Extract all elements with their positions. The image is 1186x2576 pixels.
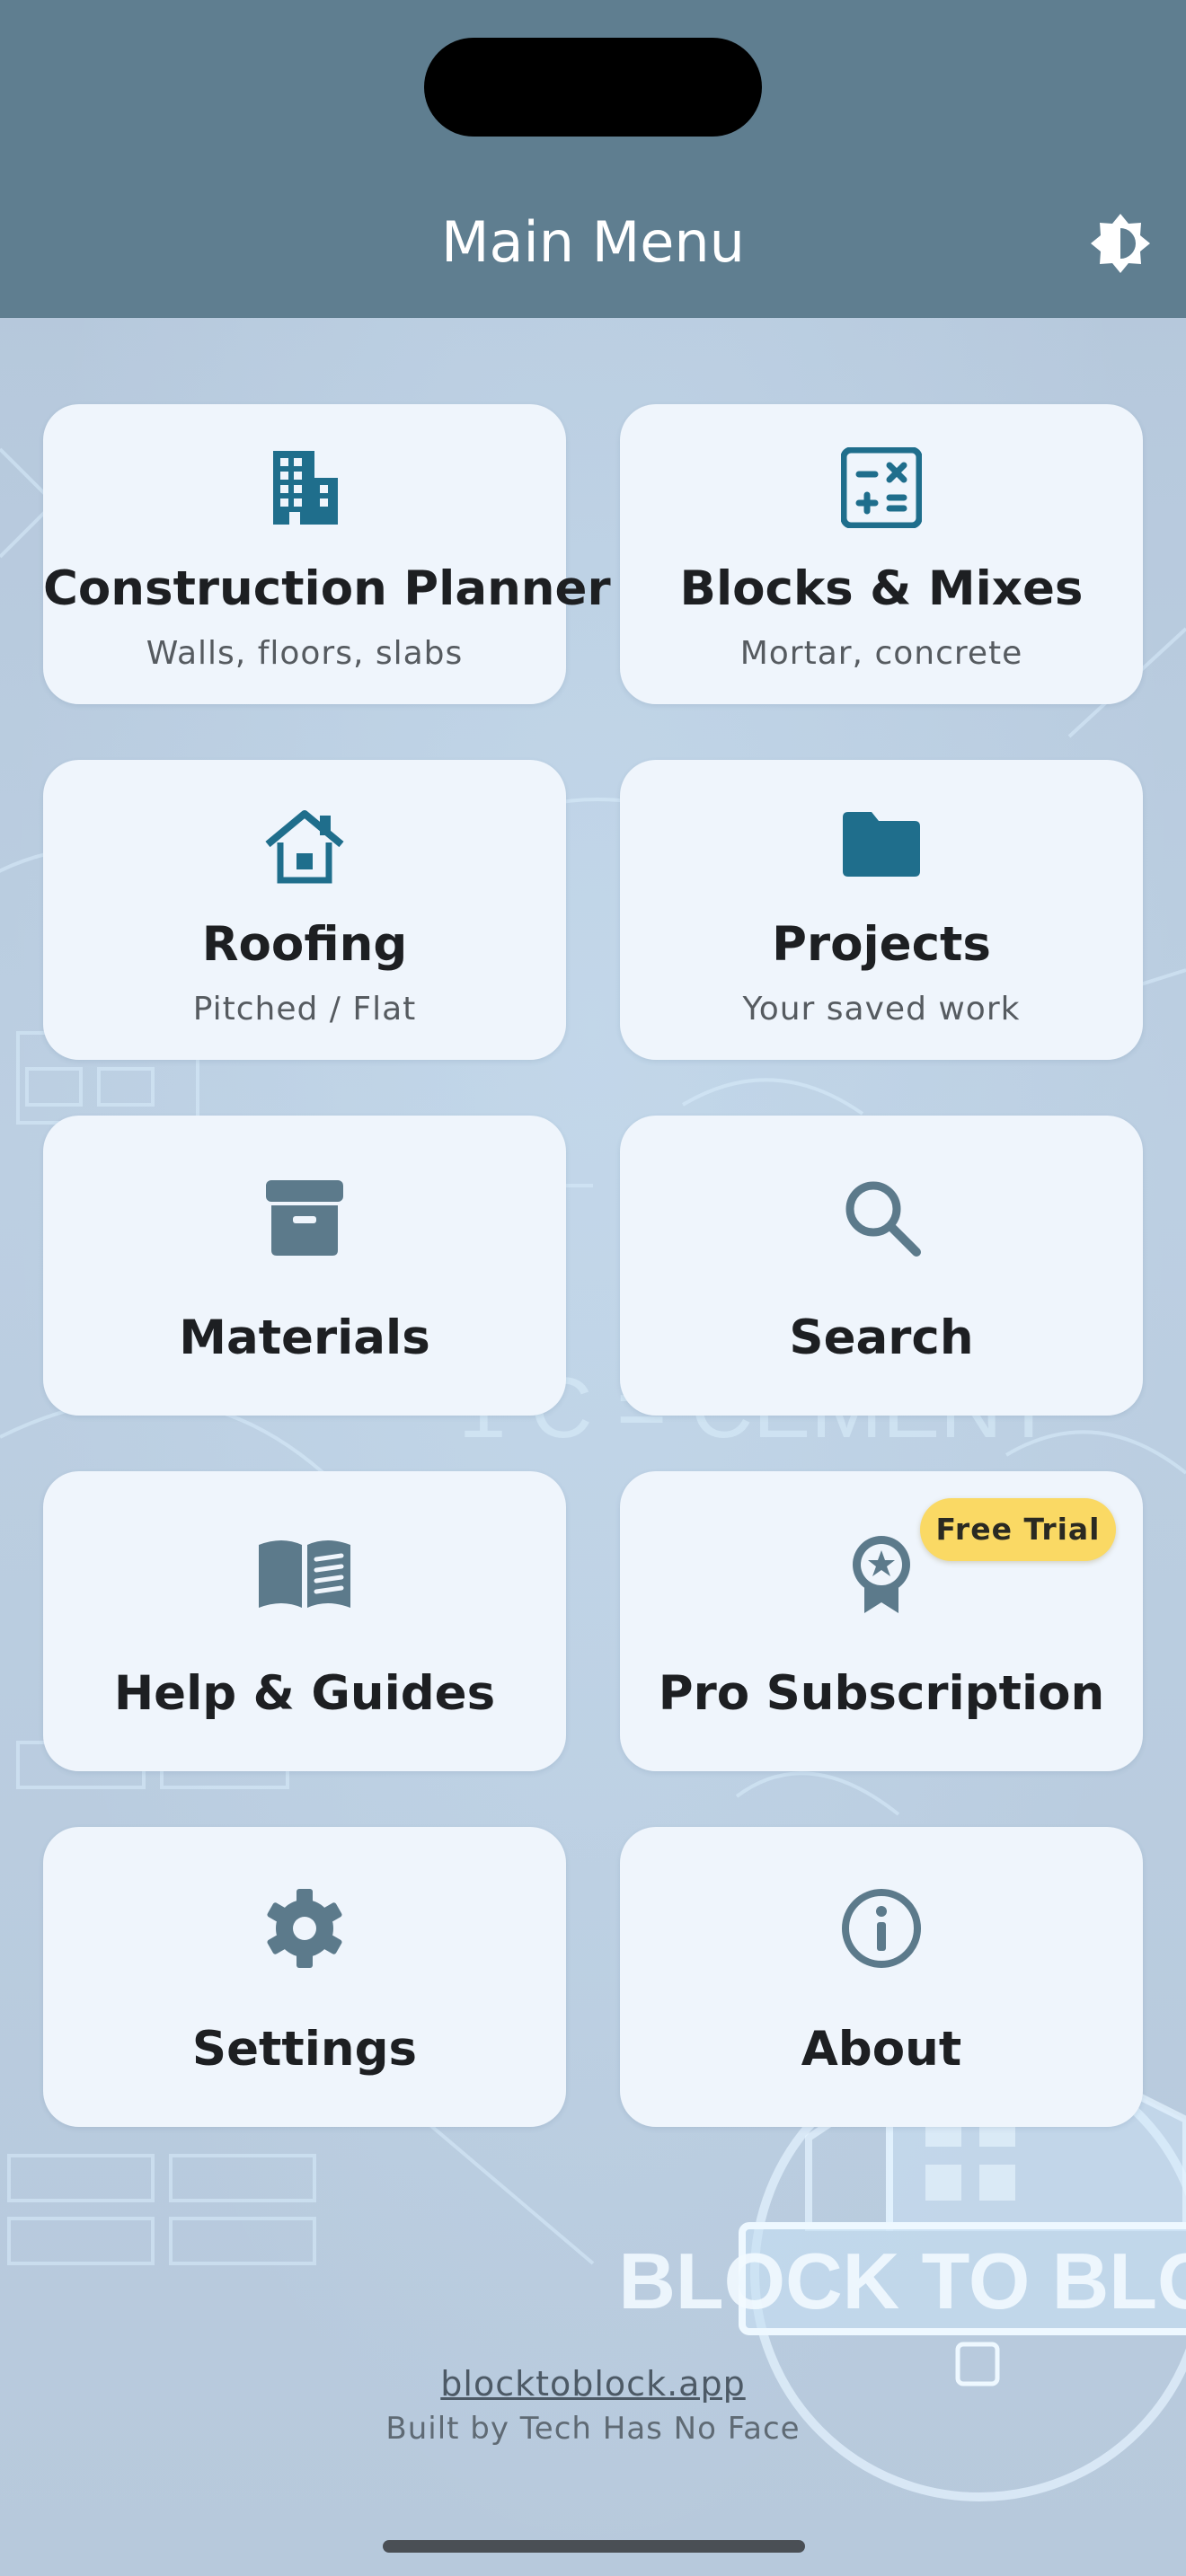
footer-credit: Built by Tech Has No Face: [385, 2411, 801, 2447]
tile-construction-planner[interactable]: Construction Planner Walls, floors, slab…: [43, 404, 611, 704]
app-header: Main Menu: [0, 0, 1186, 318]
tile-about[interactable]: About: [620, 1827, 1143, 2127]
tile-blocks-mixes[interactable]: Blocks & Mixes Mortar, concrete: [620, 404, 1143, 704]
theme-toggle-button[interactable]: [1089, 212, 1152, 275]
tile-subtitle: Your saved work: [742, 991, 1021, 1028]
tile-label: Projects: [772, 917, 991, 972]
brightness-icon: [1091, 214, 1150, 273]
free-trial-badge: Free Trial: [920, 1498, 1116, 1561]
tile-label: Blocks & Mixes: [679, 561, 1084, 616]
tile-subtitle: Walls, floors, slabs: [146, 635, 464, 672]
open-book-icon: [259, 1540, 350, 1608]
tile-roofing[interactable]: Roofing Pitched / Flat: [43, 760, 566, 1060]
tile-projects[interactable]: Projects Your saved work: [620, 760, 1143, 1060]
tile-materials[interactable]: Materials: [43, 1116, 566, 1416]
tile-search[interactable]: Search: [620, 1116, 1143, 1416]
tile-label: Search: [789, 1310, 974, 1365]
tile-settings[interactable]: Settings: [43, 1827, 566, 2127]
tile-subtitle: Pitched / Flat: [192, 991, 417, 1028]
archive-box-icon: [266, 1180, 343, 1256]
folder-icon: [843, 812, 920, 877]
tile-label: Help & Guides: [113, 1666, 496, 1721]
tile-help-guides[interactable]: Help & Guides: [43, 1471, 566, 1771]
award-ribbon-icon: [853, 1536, 910, 1613]
dynamic-island: [424, 38, 762, 137]
tile-label: About: [801, 2022, 962, 2077]
website-link[interactable]: blocktoblock.app: [0, 2359, 1186, 2409]
search-icon: [845, 1181, 921, 1257]
tile-label: Materials: [179, 1310, 430, 1365]
info-icon: [842, 1889, 921, 1968]
page-title: Main Menu: [441, 209, 745, 275]
tile-label: Settings: [191, 2022, 418, 2077]
gear-icon: [267, 1889, 342, 1968]
tile-subtitle: Mortar, concrete: [739, 635, 1023, 672]
tile-label: Roofing: [201, 917, 408, 972]
tile-label: Pro Subscription: [658, 1666, 1105, 1721]
calculator-icon: [841, 447, 922, 528]
watermark-logo-text: BLOCK TO BLOCK: [618, 2236, 1186, 2325]
house-icon: [265, 810, 344, 884]
building-icon: [273, 451, 338, 525]
home-indicator[interactable]: [383, 2540, 805, 2553]
tile-label: Construction Planner: [43, 561, 611, 616]
